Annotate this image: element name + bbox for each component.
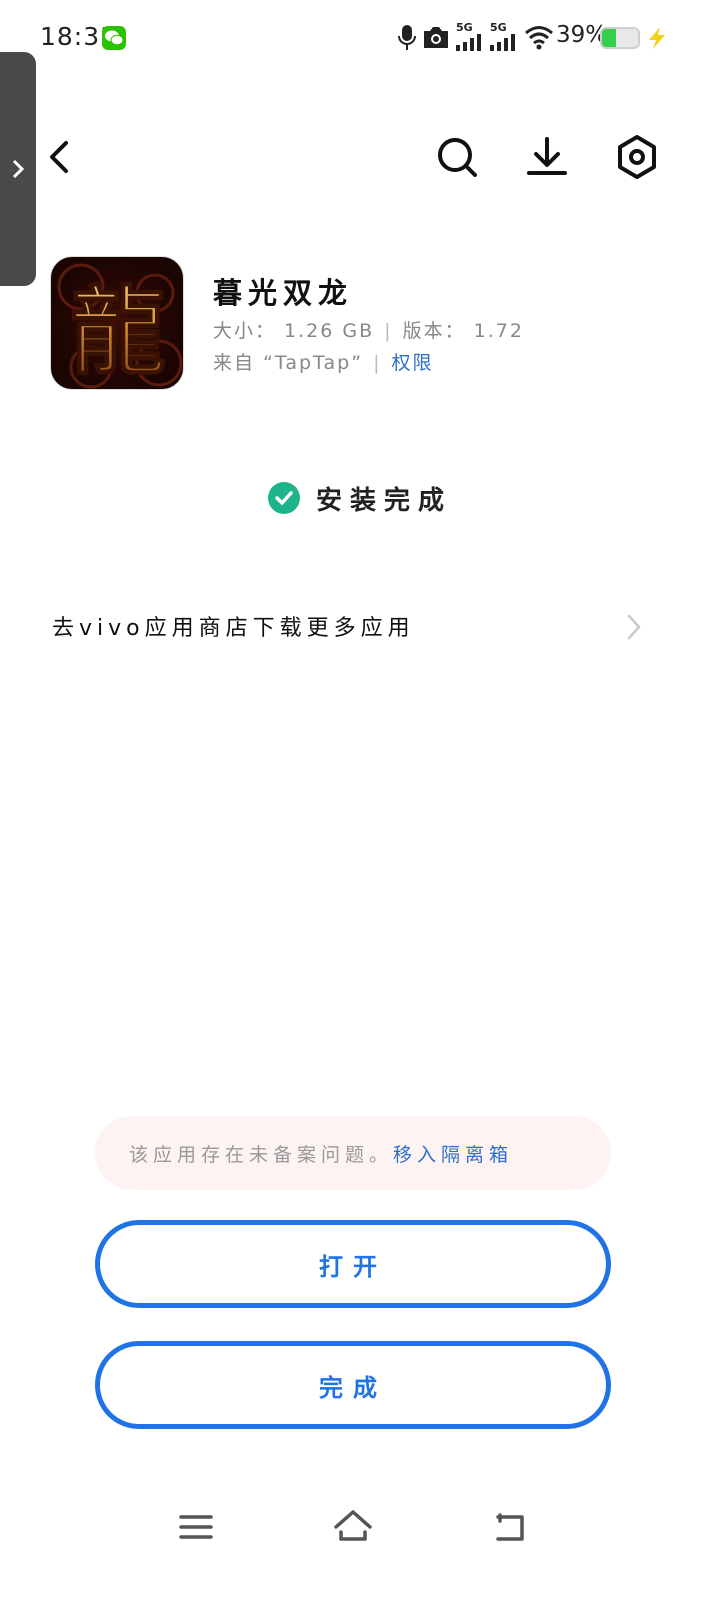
- network-type-label: 5G: [456, 21, 473, 34]
- app-source: 来自 “TapTap”: [213, 352, 364, 374]
- quarantine-link[interactable]: 移入隔离箱: [393, 1144, 513, 1166]
- mic-icon: [398, 25, 416, 50]
- wifi-icon: [525, 26, 553, 50]
- open-button[interactable]: 打开: [95, 1220, 611, 1308]
- signal-icon: [490, 34, 515, 51]
- app-icon-glyph: 龍: [70, 275, 166, 388]
- store-link-label: 去vivo应用商店下载更多应用: [52, 616, 415, 641]
- install-status: 安装完成: [316, 486, 453, 516]
- done-button[interactable]: 完成: [95, 1341, 611, 1429]
- app-meta-source: 来自 “TapTap” | 权限: [213, 348, 433, 375]
- app-name: 暮光双龙: [213, 276, 354, 310]
- app-version: 版本： 1.72: [402, 320, 524, 342]
- app-meta-size-version: 大小： 1.26 GB | 版本： 1.72: [213, 316, 524, 343]
- divider: |: [384, 320, 393, 342]
- back-nav-icon[interactable]: [492, 1505, 528, 1549]
- back-icon[interactable]: [40, 132, 90, 182]
- network-type-label: 5G: [490, 21, 507, 34]
- charging-icon: [649, 27, 665, 49]
- camera-icon: [424, 27, 448, 48]
- battery-icon: [600, 27, 640, 49]
- notice-text-row: 该应用存在未备案问题。移入隔离箱: [129, 1140, 513, 1167]
- menu-icon[interactable]: [178, 1505, 214, 1549]
- chevron-right-icon: [12, 159, 25, 179]
- store-link-row[interactable]: 去vivo应用商店下载更多应用: [0, 590, 720, 662]
- wechat-icon: [102, 26, 126, 50]
- notice-message: 该应用存在未备案问题。: [129, 1144, 394, 1166]
- download-icon[interactable]: [522, 132, 572, 182]
- signal-2: 5G: [490, 22, 518, 57]
- side-drawer-handle[interactable]: [0, 52, 36, 286]
- home-icon[interactable]: [332, 1505, 374, 1549]
- app-icon-art: 龍: [57, 263, 183, 389]
- signal-icon: [456, 34, 481, 51]
- signal-1: 5G: [456, 22, 484, 57]
- settings-icon[interactable]: [612, 132, 662, 182]
- chevron-right-icon: [627, 614, 641, 640]
- app-icon: 龍: [50, 256, 184, 390]
- divider: |: [373, 352, 382, 374]
- app-size: 大小： 1.26 GB: [213, 320, 375, 342]
- notice-banner: 该应用存在未备案问题。移入隔离箱: [95, 1116, 611, 1190]
- permission-link[interactable]: 权限: [391, 352, 433, 374]
- check-icon: [268, 482, 300, 514]
- battery-fill: [602, 29, 617, 47]
- search-icon[interactable]: [432, 132, 482, 182]
